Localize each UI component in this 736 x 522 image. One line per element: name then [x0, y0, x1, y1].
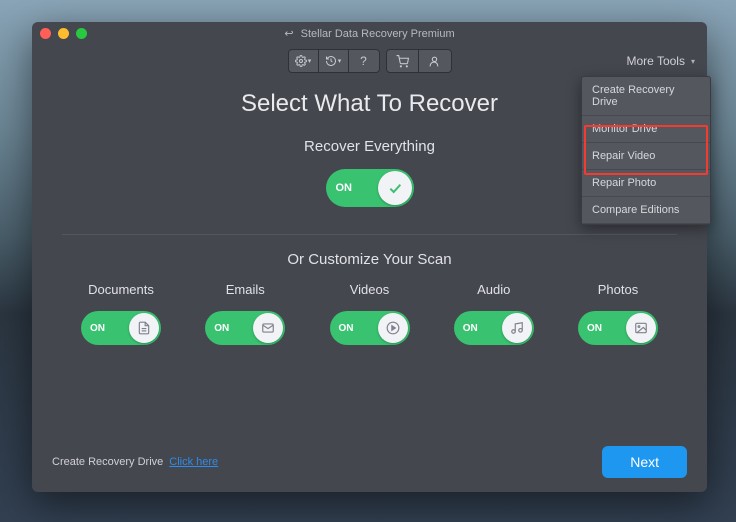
- toggle-on-label: ON: [214, 323, 229, 334]
- photos-toggle[interactable]: ON: [578, 311, 658, 345]
- settings-button[interactable]: ▾: [289, 50, 319, 72]
- category-label: Emails: [186, 282, 304, 297]
- chevron-down-icon: ▾: [691, 57, 695, 66]
- audio-toggle[interactable]: ON: [454, 311, 534, 345]
- user-icon: [428, 55, 441, 68]
- toolbar: ▾ ▾ ? More Tools ▾: [32, 44, 707, 78]
- window-title-text: Stellar Data Recovery Premium: [301, 28, 455, 40]
- toolbar-seg-2: [386, 49, 452, 73]
- music-icon: [510, 321, 524, 335]
- history-icon: [325, 55, 337, 67]
- cart-icon: [396, 55, 409, 68]
- history-button[interactable]: ▾: [319, 50, 349, 72]
- toggle-on-label: ON: [90, 323, 105, 334]
- customize-scan-label: Or Customize Your Scan: [56, 251, 683, 268]
- category-emails: Emails ON: [186, 282, 304, 350]
- footer-text: Create Recovery Drive: [52, 456, 163, 468]
- back-arrow-icon: ↩: [284, 28, 293, 40]
- category-documents: Documents ON: [62, 282, 180, 350]
- toggle-on-label: ON: [336, 182, 353, 194]
- documents-toggle[interactable]: ON: [81, 311, 161, 345]
- chevron-down-icon: ▾: [308, 57, 312, 65]
- more-tools-dropdown: Create Recovery Drive Monitor Drive Repa…: [581, 76, 711, 225]
- dropdown-item-compare-editions[interactable]: Compare Editions: [582, 197, 710, 224]
- help-button[interactable]: ?: [349, 50, 379, 72]
- dropdown-item-repair-video[interactable]: Repair Video: [582, 143, 710, 170]
- app-window: ↩ Stellar Data Recovery Premium ▾ ▾ ?: [32, 22, 707, 492]
- videos-toggle[interactable]: ON: [330, 311, 410, 345]
- category-label: Videos: [311, 282, 429, 297]
- cart-button[interactable]: [387, 50, 419, 72]
- category-label: Audio: [435, 282, 553, 297]
- category-row: Documents ON Emails ON: [56, 282, 683, 350]
- titlebar: ↩ Stellar Data Recovery Premium: [32, 22, 707, 44]
- footer: Create Recovery Drive Click here Next: [52, 446, 687, 478]
- divider: [62, 234, 677, 235]
- account-button[interactable]: [419, 50, 451, 72]
- category-label: Photos: [559, 282, 677, 297]
- more-tools-label: More Tools: [627, 54, 685, 68]
- toggle-on-label: ON: [339, 323, 354, 334]
- toolbar-center-group: ▾ ▾ ?: [288, 49, 452, 73]
- category-videos: Videos ON: [311, 282, 429, 350]
- document-icon: [137, 321, 151, 335]
- dropdown-item-repair-photo[interactable]: Repair Photo: [582, 170, 710, 197]
- footer-link[interactable]: Click here: [169, 456, 218, 468]
- email-icon: [261, 321, 275, 335]
- category-label: Documents: [62, 282, 180, 297]
- image-icon: [634, 321, 648, 335]
- toggle-on-label: ON: [587, 323, 602, 334]
- window-title: ↩ Stellar Data Recovery Premium: [32, 27, 707, 40]
- toggle-on-label: ON: [463, 323, 478, 334]
- dropdown-item-create-recovery-drive[interactable]: Create Recovery Drive: [582, 77, 710, 116]
- check-icon: [387, 180, 403, 196]
- question-icon: ?: [360, 54, 367, 68]
- next-button[interactable]: Next: [602, 446, 687, 478]
- toolbar-seg-1: ▾ ▾ ?: [288, 49, 380, 73]
- category-photos: Photos ON: [559, 282, 677, 350]
- gear-icon: [295, 55, 307, 67]
- dropdown-item-monitor-drive[interactable]: Monitor Drive: [582, 116, 710, 143]
- category-audio: Audio ON: [435, 282, 553, 350]
- recover-everything-toggle[interactable]: ON: [326, 169, 414, 207]
- more-tools-menu[interactable]: More Tools ▾: [627, 54, 696, 68]
- emails-toggle[interactable]: ON: [205, 311, 285, 345]
- chevron-down-icon: ▾: [338, 57, 342, 65]
- play-icon: [386, 321, 400, 335]
